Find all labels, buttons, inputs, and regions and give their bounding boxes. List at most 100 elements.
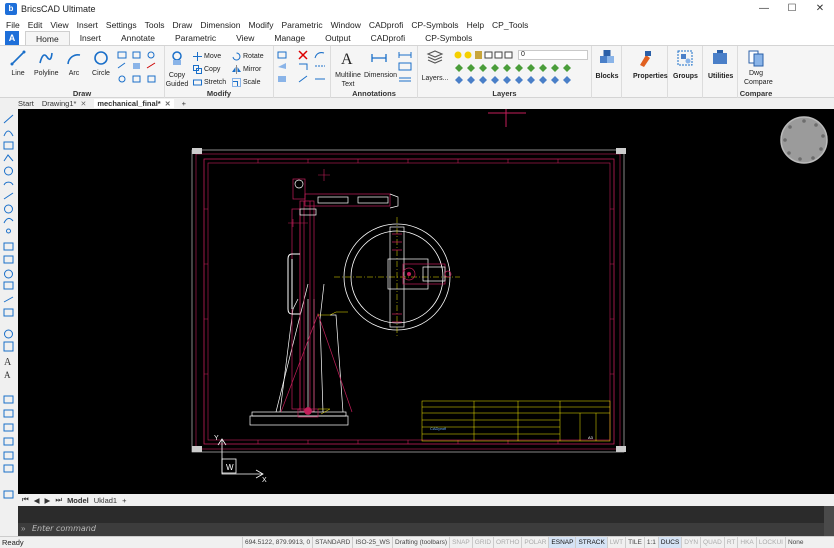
menu-edit[interactable]: Edit bbox=[28, 20, 43, 30]
toggle-hka[interactable]: HKA bbox=[737, 537, 755, 548]
line-button[interactable]: Line bbox=[6, 49, 30, 78]
toggle-dyn[interactable]: DYN bbox=[681, 537, 700, 548]
menu-tools[interactable]: Tools bbox=[145, 20, 165, 30]
next-layout-icon[interactable]: ▶ bbox=[45, 496, 51, 505]
layer-state-icons[interactable] bbox=[453, 50, 515, 60]
status-workspace[interactable]: Drafting (toolbars) bbox=[392, 537, 449, 548]
left-toolbar: A A bbox=[0, 109, 18, 524]
drawing-canvas[interactable]: CADprofi A3 W X Y bbox=[18, 109, 834, 494]
add-layout-button[interactable]: + bbox=[122, 496, 126, 505]
tab-cadprofi[interactable]: CADprofi bbox=[361, 31, 415, 45]
layer-tools-icons[interactable] bbox=[453, 62, 588, 86]
close-icon[interactable]: ✕ bbox=[80, 100, 86, 108]
status-dim-style[interactable]: ISO-25_WS bbox=[352, 537, 392, 548]
arc-button[interactable]: Arc bbox=[62, 49, 86, 78]
menu-dimension[interactable]: Dimension bbox=[200, 20, 240, 30]
ribbon-tab-bar: A Home Insert Annotate Parametric View M… bbox=[0, 31, 834, 45]
circle-button[interactable]: Circle bbox=[89, 49, 113, 78]
toggle-esnap[interactable]: ESNAP bbox=[548, 537, 576, 548]
menu-bar: File Edit View Insert Settings Tools Dra… bbox=[0, 18, 834, 31]
dimension-button[interactable]: Dimension bbox=[364, 49, 397, 80]
draw-panel: Line Polyline Arc Circle Draw bbox=[0, 46, 165, 99]
copy-guided-button[interactable]: Copy Guided bbox=[162, 49, 192, 89]
menu-draw[interactable]: Draw bbox=[172, 20, 192, 30]
properties-button[interactable]: Properties bbox=[633, 49, 668, 81]
dwg-compare-button[interactable]: Dwg Compare bbox=[744, 49, 773, 87]
menu-file[interactable]: File bbox=[6, 20, 20, 30]
svg-text:A: A bbox=[4, 370, 11, 380]
menu-window[interactable]: Window bbox=[331, 20, 361, 30]
navigation-wheel-icon[interactable] bbox=[780, 116, 828, 164]
doc-tab-mechanical-final[interactable]: mechanical_final* ✕ bbox=[94, 99, 174, 108]
utilities-button[interactable]: Utilities bbox=[708, 49, 733, 81]
status-text-style[interactable]: STANDARD bbox=[312, 537, 352, 548]
polyline-button[interactable]: Polyline bbox=[34, 49, 59, 78]
toggle-lockui[interactable]: LOCKUI bbox=[755, 537, 785, 548]
menu-help[interactable]: Help bbox=[467, 20, 484, 30]
command-input[interactable]: Enter command bbox=[32, 524, 96, 533]
toggle-polar[interactable]: POLAR bbox=[521, 537, 548, 548]
layers-button[interactable]: Layers... bbox=[421, 49, 449, 83]
toggle-ducs[interactable]: DUCS bbox=[657, 537, 682, 548]
toggle-lwt[interactable]: LWT bbox=[606, 537, 625, 548]
toggle-quad[interactable]: QUAD bbox=[700, 537, 724, 548]
last-layout-icon[interactable]: ⏭ bbox=[55, 495, 62, 505]
line-icon bbox=[10, 50, 26, 66]
move-button[interactable]: Move bbox=[193, 51, 221, 61]
menu-parametric[interactable]: Parametric bbox=[282, 20, 323, 30]
menu-cadprofi[interactable]: CADprofi bbox=[369, 20, 403, 30]
tab-parametric[interactable]: Parametric bbox=[165, 31, 226, 45]
toggle-ortho[interactable]: ORTHO bbox=[493, 537, 521, 548]
layers-panel: Layers... 0 Layers bbox=[418, 46, 592, 99]
tab-cp-symbols[interactable]: CP-Symbols bbox=[415, 31, 482, 45]
toggle-rt[interactable]: RT bbox=[723, 537, 738, 548]
stretch-button[interactable]: Stretch bbox=[193, 77, 226, 87]
toggle-snap[interactable]: SNAP bbox=[449, 537, 472, 548]
menu-cp-tools[interactable]: CP_Tools bbox=[492, 20, 528, 30]
toggle-scale[interactable]: 1:1 bbox=[643, 537, 658, 548]
annotation-small-tools-icon[interactable] bbox=[397, 50, 415, 86]
command-scrollbar[interactable] bbox=[824, 506, 834, 536]
tab-output[interactable]: Output bbox=[315, 31, 361, 45]
tab-insert[interactable]: Insert bbox=[70, 31, 111, 45]
blocks-button[interactable]: Blocks bbox=[595, 49, 619, 81]
maximize-button[interactable]: ☐ bbox=[778, 0, 806, 18]
menu-settings[interactable]: Settings bbox=[106, 20, 137, 30]
doc-tab-drawing1[interactable]: Drawing1* ✕ bbox=[42, 99, 86, 108]
prev-layout-icon[interactable]: ◀ bbox=[34, 496, 40, 505]
toggle-tile[interactable]: TILE bbox=[625, 537, 644, 548]
multiline-text-button[interactable]: A Multiline Text bbox=[334, 49, 362, 89]
menu-modify[interactable]: Modify bbox=[248, 20, 273, 30]
menu-cp-symbols[interactable]: CP-Symbols bbox=[411, 20, 458, 30]
first-layout-icon[interactable]: ⏮ bbox=[22, 495, 29, 505]
multiline-text-icon: A bbox=[341, 51, 353, 68]
close-button[interactable]: ✕ bbox=[806, 0, 834, 18]
layout-tab-uklad1[interactable]: Uklad1 bbox=[94, 496, 117, 505]
utilities-panel: Utilities bbox=[703, 46, 738, 99]
scale-button[interactable]: Scale bbox=[232, 77, 261, 87]
modify-extra-tools-icon[interactable] bbox=[277, 50, 329, 86]
new-tab-button[interactable]: + bbox=[182, 99, 186, 108]
tab-annotate[interactable]: Annotate bbox=[111, 31, 165, 45]
tab-home[interactable]: Home bbox=[25, 31, 70, 45]
left-toolbar-icons[interactable]: A A bbox=[0, 109, 18, 509]
application-menu-icon[interactable]: A bbox=[5, 31, 19, 45]
menu-insert[interactable]: Insert bbox=[77, 20, 98, 30]
polyline-icon bbox=[39, 52, 53, 64]
groups-button[interactable]: Groups bbox=[673, 49, 698, 81]
draw-small-tools-icon[interactable] bbox=[117, 50, 163, 86]
status-annotation-none[interactable]: None bbox=[784, 537, 806, 548]
rotate-button[interactable]: Rotate bbox=[232, 51, 264, 61]
close-icon[interactable]: ✕ bbox=[165, 100, 171, 108]
doc-tab-start[interactable]: Start bbox=[18, 99, 34, 108]
tab-view[interactable]: View bbox=[226, 31, 264, 45]
copy-button[interactable]: Copy bbox=[193, 64, 220, 74]
toggle-strack[interactable]: STRACK bbox=[575, 537, 607, 548]
menu-view[interactable]: View bbox=[50, 20, 68, 30]
current-layer-dropdown[interactable]: 0 bbox=[518, 50, 588, 60]
minimize-button[interactable]: — bbox=[750, 0, 778, 18]
layout-tab-model[interactable]: Model bbox=[67, 496, 89, 505]
toggle-grid[interactable]: GRID bbox=[471, 537, 493, 548]
mirror-button[interactable]: Mirror bbox=[232, 64, 261, 74]
tab-manage[interactable]: Manage bbox=[264, 31, 315, 45]
